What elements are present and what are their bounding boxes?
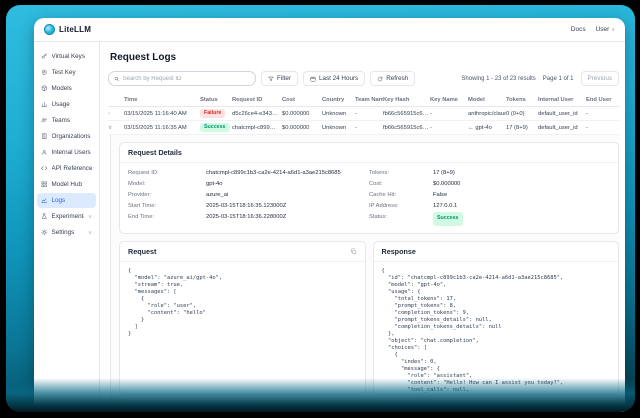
- target-icon: [41, 69, 48, 76]
- table-row[interactable]: › 03/15/2025 11:16:40 AM Failure d5c26ce…: [108, 107, 619, 121]
- desktop-background: LiteLLM Docs User∨ Virtual Keys: [0, 0, 640, 418]
- funnel-icon: [268, 76, 274, 82]
- start-time-value: 2025-03-15T18:16:35.123000Z: [206, 201, 286, 212]
- wallpaper-card: LiteLLM Docs User∨ Virtual Keys: [6, 5, 635, 412]
- tokens-value: 17 (8+9): [433, 168, 455, 179]
- brand: LiteLLM: [44, 24, 91, 35]
- brand-name: LiteLLM: [59, 25, 91, 34]
- response-panel-title: Response: [382, 247, 416, 256]
- line-chart-icon: [41, 197, 48, 204]
- request-panel-title: Request: [128, 247, 156, 256]
- sidebar-item-model-hub[interactable]: Model Hub: [37, 177, 96, 192]
- refresh-icon: [377, 76, 383, 82]
- code-icon: [41, 165, 48, 172]
- flask-icon: [41, 213, 48, 220]
- litellm-app-window: LiteLLM Docs User∨ Virtual Keys: [34, 18, 625, 412]
- sidebar-item-usage[interactable]: Usage: [37, 97, 96, 112]
- sidebar-item-settings[interactable]: Settings ∨: [37, 225, 96, 240]
- cube-icon: [41, 85, 48, 92]
- building-icon: [41, 133, 48, 140]
- person-icon: [41, 149, 48, 156]
- sidebar: Virtual Keys Test Key Models Usage: [34, 42, 100, 412]
- request-details-title: Request Details: [120, 143, 618, 163]
- main-content: Request Logs Filter Last 24 Hours: [100, 42, 625, 412]
- page-indicator: Page 1 of 1: [543, 76, 574, 82]
- user-menu[interactable]: User∨: [596, 26, 615, 33]
- ip-address-value: 127.0.0.1: [433, 201, 457, 212]
- copy-icon[interactable]: [350, 248, 357, 255]
- bottom-fade-overlay: [6, 378, 635, 412]
- top-navbar: LiteLLM Docs User∨: [34, 18, 625, 42]
- filter-button[interactable]: Filter: [261, 71, 298, 86]
- search-icon: [114, 76, 120, 82]
- expand-chevron-icon[interactable]: ›: [108, 111, 124, 117]
- request-logs-table: Time Status Request ID Cost Country Team…: [108, 94, 619, 135]
- calendar-icon: [310, 76, 316, 82]
- people-icon: [41, 117, 48, 124]
- page-title: Request Logs: [110, 52, 619, 63]
- sidebar-item-models[interactable]: Models: [37, 81, 96, 96]
- request-panel: Request { "model": "azure_ai/gpt-4o", "s…: [119, 241, 366, 395]
- search-box[interactable]: [108, 71, 256, 86]
- chevron-down-icon: ∨: [88, 230, 92, 236]
- sidebar-item-api-reference[interactable]: API Reference: [37, 161, 96, 176]
- bar-chart-icon: [41, 101, 48, 108]
- status-badge: Success: [200, 123, 230, 132]
- key-icon: [41, 53, 48, 60]
- expanded-row-details: Request Details Request ID:chatcmpl-c899…: [110, 135, 619, 412]
- sidebar-item-internal-users[interactable]: Internal Users: [37, 145, 96, 160]
- chevron-down-icon: ∨: [88, 214, 92, 220]
- table-row-expanded[interactable]: ∨ 03/15/2025 11:16:35 AM Success chatcmp…: [108, 121, 619, 135]
- status-badge: Failure: [200, 109, 225, 118]
- cache-hit-value: False: [433, 190, 447, 201]
- search-input[interactable]: [123, 76, 250, 82]
- response-panel: Response { "id": "chatcmpl-c899c1b3-ca2e…: [373, 241, 620, 395]
- refresh-button[interactable]: Refresh: [370, 71, 415, 86]
- gear-icon: [41, 229, 48, 236]
- previous-page-button[interactable]: Previous: [581, 71, 620, 86]
- status-badge: Success: [433, 212, 463, 226]
- request-details-card: Request Details Request ID:chatcmpl-c899…: [119, 142, 619, 234]
- provider-value: azure_ai: [206, 190, 228, 201]
- chevron-down-icon: ∨: [611, 27, 615, 33]
- response-json: { "id": "chatcmpl-c899c1b3-ca2e-4214-a6d…: [374, 262, 619, 395]
- request-id-value: chatcmpl-c899c1b3-ca2e-4214-a6d1-a3ae215…: [206, 168, 341, 179]
- end-time-value: 2025-03-15T18:16:36.228000Z: [206, 212, 286, 223]
- toolbar: Filter Last 24 Hours Refresh Showing 1 -…: [108, 71, 619, 86]
- results-count: Showing 1 - 23 of 23 results: [461, 76, 535, 82]
- sidebar-item-organizations[interactable]: Organizations: [37, 129, 96, 144]
- sidebar-item-teams[interactable]: Teams: [37, 113, 96, 128]
- details-left-column: Request ID:chatcmpl-c899c1b3-ca2e-4214-a…: [128, 168, 369, 226]
- sidebar-item-virtual-keys[interactable]: Virtual Keys: [37, 49, 96, 64]
- collapse-chevron-icon[interactable]: ∨: [108, 125, 124, 131]
- table-header-row: Time Status Request ID Cost Country Team…: [108, 94, 619, 107]
- details-right-column: Tokens:17 (8+9) Cost:$0.000000 Cache Hit…: [369, 168, 610, 226]
- sidebar-item-experimental[interactable]: Experimental ∨: [37, 209, 96, 224]
- docs-link[interactable]: Docs: [571, 26, 586, 33]
- cost-value: $0.000000: [433, 179, 460, 190]
- time-range-button[interactable]: Last 24 Hours: [303, 71, 365, 86]
- grid-icon: [41, 181, 48, 188]
- model-value: gpt-4o: [206, 179, 222, 190]
- sidebar-item-test-key[interactable]: Test Key: [37, 65, 96, 80]
- litellm-logo-icon: [44, 24, 55, 35]
- sidebar-item-logs[interactable]: Logs: [37, 193, 96, 208]
- request-json: { "model": "azure_ai/gpt-4o", "stream": …: [120, 262, 365, 344]
